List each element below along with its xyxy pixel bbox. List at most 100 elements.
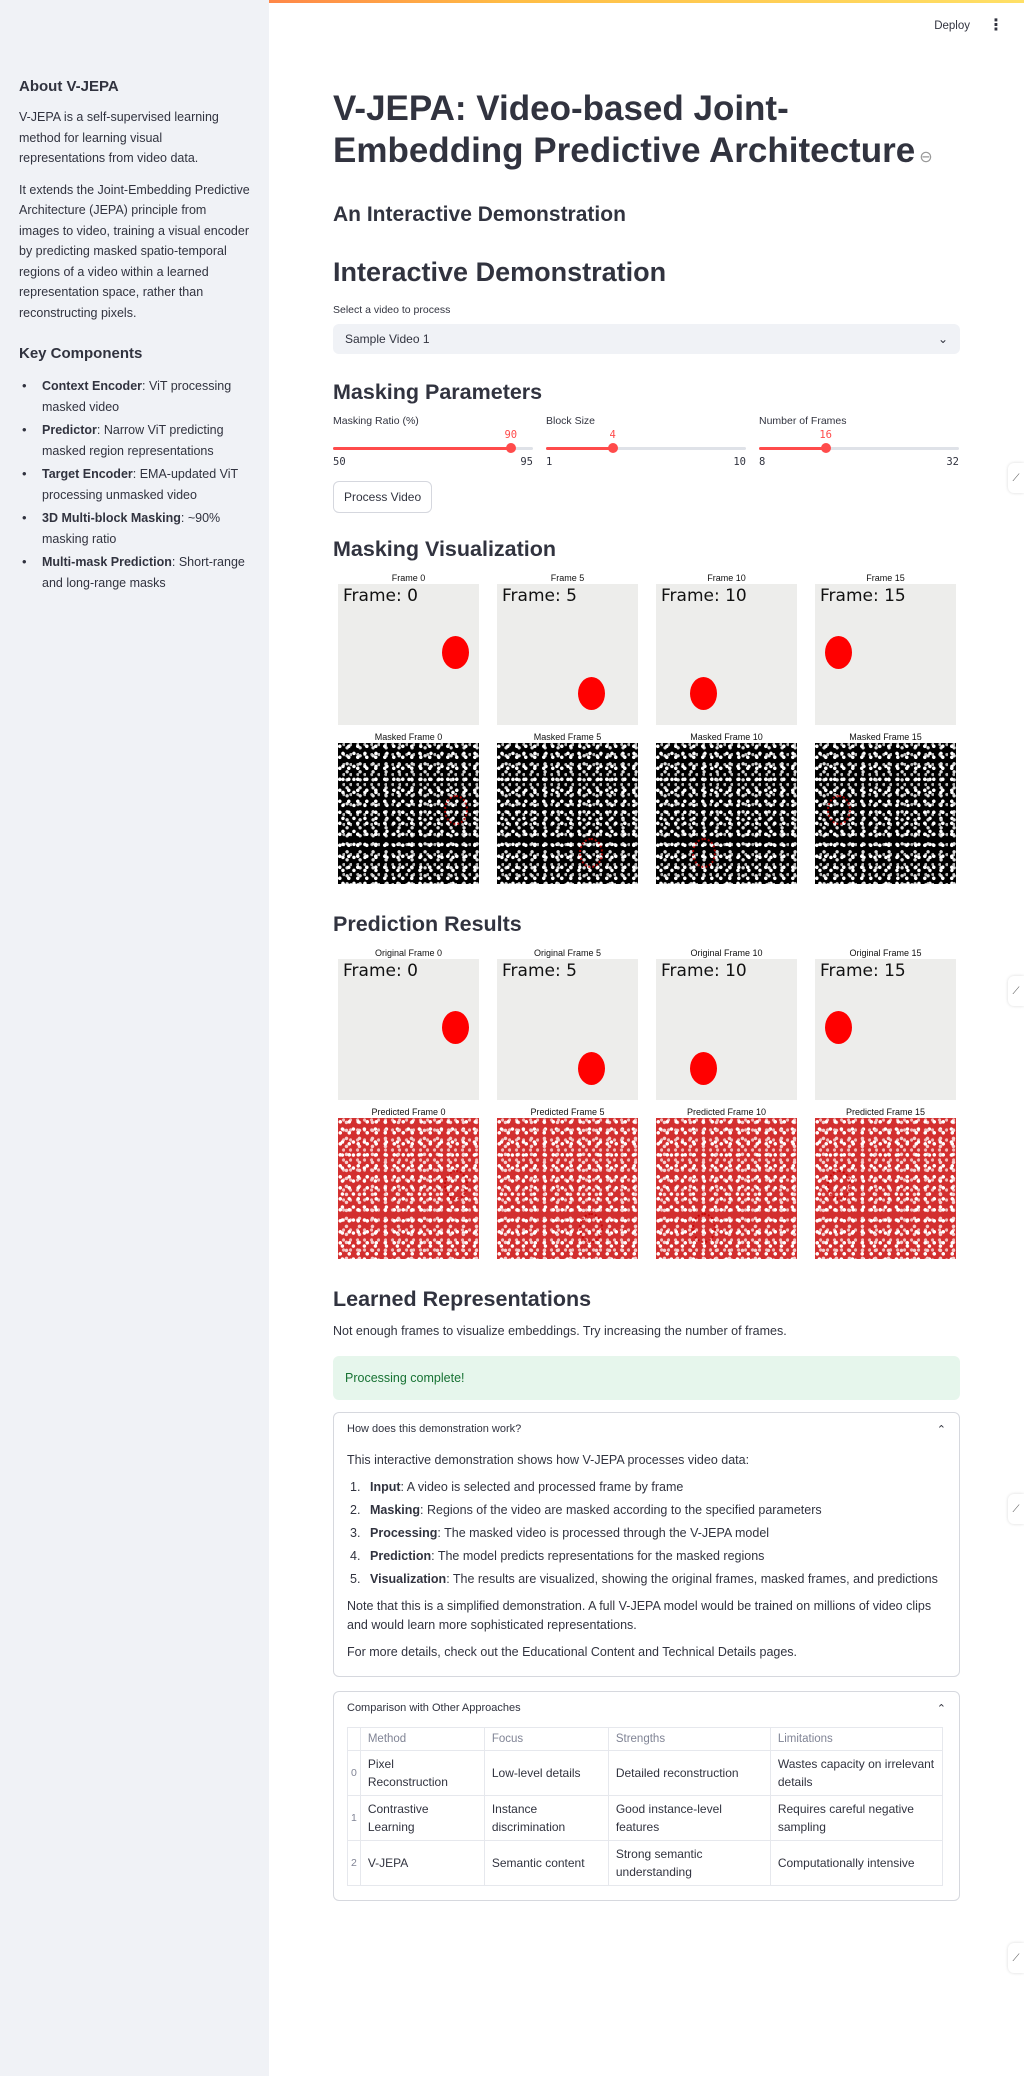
frame-cell: Original Frame 15 Frame: 15 (815, 947, 956, 1100)
scroll-tab-icon[interactable]: ⟋ (1008, 463, 1024, 493)
table-header-row: Method Focus Strengths Limitations (347, 1727, 944, 1751)
slider-thumb[interactable] (820, 443, 831, 453)
frame-label: Frame: 5 (502, 961, 577, 981)
process-video-button[interactable]: Process Video (333, 481, 433, 513)
slider-range: 1 10 (546, 456, 746, 468)
column-header[interactable]: Limitations (769, 1727, 944, 1751)
frame-cell: Frame 0 Frame: 0 (338, 572, 479, 725)
slider-max: 95 (520, 456, 533, 468)
frame-cell: Original Frame 10 Frame: 10 (656, 947, 797, 1100)
subtitle: An Interactive Demonstration (333, 203, 626, 226)
comparison-table[interactable]: Method Focus Strengths Limitations 0 Pix… (347, 1727, 944, 1886)
block-size-slider[interactable]: Block Size 4 1 10 (546, 415, 746, 468)
scroll-tab-icon[interactable]: ⟋ (1008, 976, 1024, 1006)
slider-thumb[interactable] (607, 443, 618, 453)
frame-image: Frame: 10 (656, 584, 797, 725)
table-cell[interactable]: Instance discrimination (483, 1795, 609, 1841)
masked-cell: Masked Frame 0 (338, 731, 479, 884)
step-name: Prediction (370, 1549, 432, 1563)
comparison-expander-header[interactable]: Comparison with Other Approaches ⌃ (347, 1692, 946, 1724)
deploy-button[interactable]: Deploy (934, 20, 970, 32)
how-steps-list: 1. Input: A video is selected and process… (347, 1478, 946, 1589)
app-header: Deploy ⋮ (934, 18, 1004, 34)
table-cell[interactable]: Requires careful negative sampling (769, 1795, 944, 1841)
predicted-caption: Predicted Frame 15 (845, 1107, 926, 1117)
viz-heading: Masking Visualization (333, 537, 557, 561)
table-cell[interactable]: Low-level details (483, 1750, 609, 1796)
chevron-up-icon: ⌃ (936, 1702, 946, 1715)
table-cell[interactable]: Computationally intensive (769, 1840, 944, 1886)
table-cell[interactable]: Semantic content (483, 1840, 609, 1886)
masked-image (656, 743, 797, 884)
slider-max: 10 (733, 456, 746, 468)
step-number: 1. (350, 1480, 361, 1494)
predicted-cell: Predicted Frame 15 (815, 1106, 956, 1259)
scroll-tab-icon[interactable]: ⟋ (1008, 1943, 1024, 1973)
masked-image (338, 743, 479, 884)
frame-image: Frame: 5 (497, 584, 638, 725)
slider-track[interactable] (546, 443, 746, 453)
video-select[interactable]: Sample Video 1 ⌄ (333, 324, 960, 354)
how-more: For more details, check out the Educatio… (347, 1645, 798, 1659)
scroll-tab-icon[interactable]: ⟋ (1008, 1494, 1024, 1524)
slider-label: Masking Ratio (%) (333, 415, 419, 427)
slider-fill (546, 447, 613, 450)
masking-heading: Masking Parameters (333, 380, 543, 404)
table-cell[interactable]: Pixel Reconstruction (359, 1750, 485, 1796)
predicted-caption: Predicted Frame 0 (371, 1107, 446, 1117)
slider-label: Block Size (546, 415, 596, 427)
frame-label: Frame: 15 (820, 586, 906, 606)
sidebar-para-2: It extends the Joint-Embedding Predictiv… (19, 182, 250, 320)
key-components-list: Context Encoder: ViT processing masked v… (19, 376, 250, 593)
red-ball (578, 1052, 605, 1085)
num-frames-slider[interactable]: Number of Frames 16 8 32 (759, 415, 959, 468)
table-cell[interactable]: Strong semantic understanding (607, 1840, 771, 1886)
frame-image: Frame: 5 (497, 959, 638, 1100)
column-header[interactable]: Focus (483, 1727, 609, 1751)
how-note: Note that this is a simplified demonstra… (347, 1599, 932, 1632)
sidebar-title: About V-JEPA (19, 78, 119, 95)
original-frame-grid: Original Frame 0 Frame: 0 Original Frame … (338, 947, 960, 1100)
chevron-up-icon: ⌃ (936, 1423, 946, 1436)
demo-heading: Interactive Demonstration (333, 257, 667, 287)
list-item: 5. Visualization: The results are visuali… (347, 1570, 946, 1589)
expander-title: How does this demonstration work? (347, 1423, 522, 1435)
table-cell[interactable]: Good instance-level features (607, 1795, 771, 1841)
step-name: Processing (370, 1526, 438, 1540)
predicted-cell: Predicted Frame 5 (497, 1106, 638, 1259)
frame-grid: Frame 0 Frame: 0 Frame 5 Frame: 5 Frame 10… (338, 572, 960, 725)
slider-track[interactable] (333, 443, 533, 453)
component-item: Target Encoder: EMA-updated ViT processi… (19, 464, 250, 505)
column-header[interactable]: Strengths (607, 1727, 771, 1751)
frame-cell: Original Frame 5 Frame: 5 (497, 947, 638, 1100)
masked-caption: Masked Frame 10 (690, 732, 763, 742)
frame-cell: Frame 5 Frame: 5 (497, 572, 638, 725)
slider-min: 8 (759, 456, 766, 468)
frame-image: Frame: 0 (338, 959, 479, 1100)
predicted-cell: Predicted Frame 0 (338, 1106, 479, 1259)
how-expander-header[interactable]: How does this demonstration work? ⌃ (347, 1413, 946, 1445)
column-header[interactable]: Method (359, 1727, 485, 1751)
slider-min: 50 (333, 456, 346, 468)
frame-caption: Frame 15 (866, 573, 905, 583)
table-cell[interactable]: Wastes capacity on irrelevant details (769, 1750, 944, 1796)
list-item: 2. Masking: Regions of the video are mask… (347, 1501, 946, 1520)
step-number: 4. (350, 1549, 361, 1563)
step-desc: : The masked video is processed through … (437, 1526, 770, 1540)
masking-ratio-slider[interactable]: Masking Ratio (%) 90 50 95 (333, 415, 533, 468)
slider-max: 32 (946, 456, 959, 468)
step-name: Masking (370, 1503, 421, 1517)
table-cell[interactable]: V-JEPA (359, 1840, 485, 1886)
slider-value: 4 (609, 429, 616, 441)
learned-heading: Learned Representations (333, 1287, 592, 1311)
link-icon[interactable]: ⊖ (919, 149, 932, 166)
table-cell[interactable]: Detailed reconstruction (607, 1750, 771, 1796)
slider-track[interactable] (759, 443, 959, 453)
slider-row: Masking Ratio (%) 90 50 95 Block Size 4 1… (333, 415, 960, 468)
slider-thumb[interactable] (505, 443, 516, 453)
kebab-menu-icon[interactable]: ⋮ (988, 18, 1004, 34)
frame-label: Frame: 10 (661, 961, 747, 981)
table-cell[interactable]: Contrastive Learning (359, 1795, 485, 1841)
component-name: Target Encoder (42, 467, 133, 481)
frame-image: Frame: 15 (815, 959, 956, 1100)
